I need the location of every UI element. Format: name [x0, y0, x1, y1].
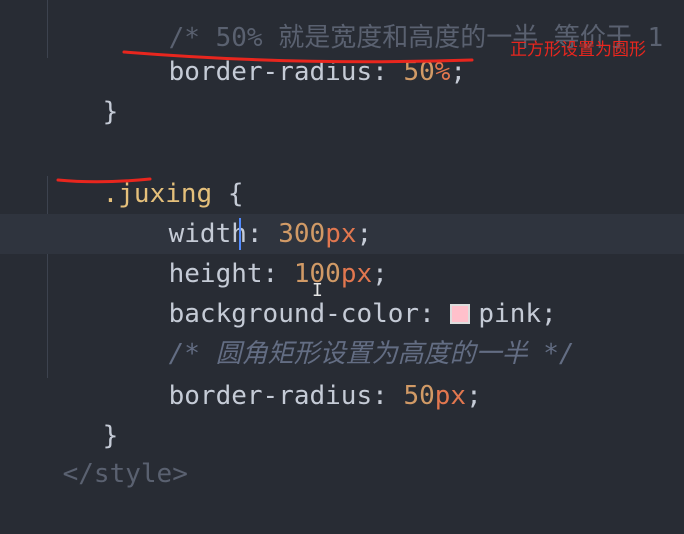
annotation-marks [56, 50, 474, 184]
style-close-tag: </style> [62, 459, 188, 489]
annotation-text: 正方形设置为圆形 [510, 40, 646, 60]
underline-border-radius [122, 50, 474, 64]
code-editor[interactable]: /* 50% 就是宽度和高度的一半 等价于 1 border-radius: 5… [0, 0, 684, 489]
underline-selector [56, 177, 152, 184]
